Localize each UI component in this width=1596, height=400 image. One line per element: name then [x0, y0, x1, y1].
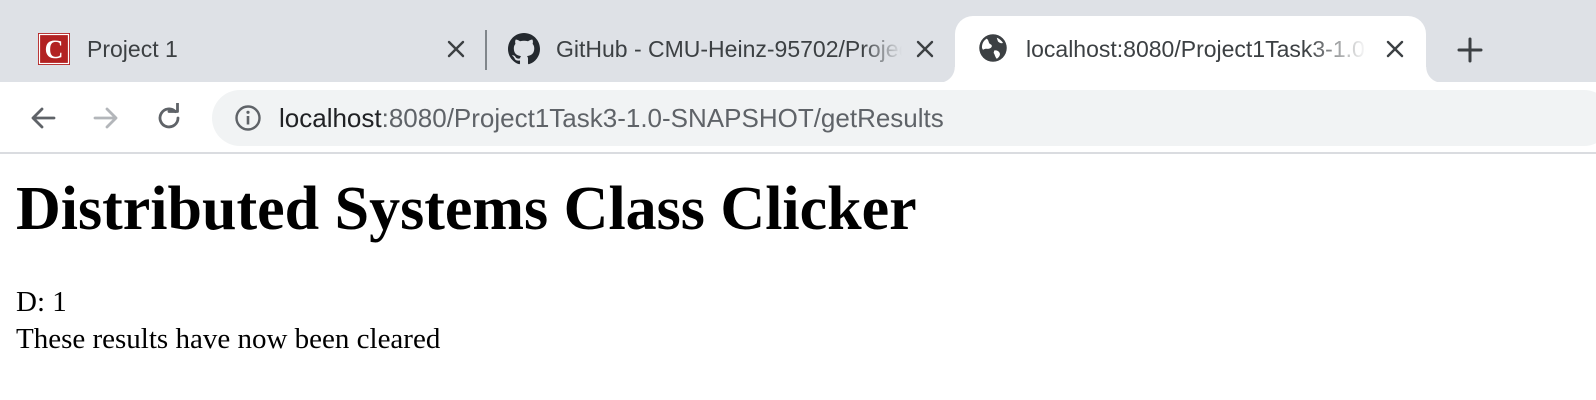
tab-github[interactable]: GitHub - CMU-Heinz-95702/Project [508, 16, 948, 82]
page-heading: Distributed Systems Class Clicker [16, 175, 917, 243]
arrow-right-icon [93, 107, 118, 129]
new-tab-button[interactable] [1450, 30, 1490, 70]
result-line: D: 1 [16, 286, 67, 318]
url-host: localhost [279, 103, 382, 133]
tab-strip: C Project 1 GitHub - CMU-Heinz-95702/Pro… [0, 0, 1596, 83]
reload-icon [158, 103, 180, 129]
url-path: :8080/Project1Task3-1.0-SNAPSHOT/getResu… [381, 103, 944, 133]
github-icon [508, 33, 540, 65]
close-tab-icon[interactable] [440, 33, 472, 65]
address-bar[interactable]: localhost:8080/Project1Task3-1.0-SNAPSHO… [212, 90, 1596, 146]
close-tab-icon[interactable] [1379, 33, 1411, 65]
close-tab-icon[interactable] [909, 33, 941, 65]
plus-icon [1457, 37, 1483, 63]
letter-c-favicon: C [38, 33, 70, 65]
site-info-icon[interactable] [232, 102, 264, 134]
svg-text:C: C [45, 35, 64, 64]
status-message: These results have now been cleared [16, 323, 441, 355]
globe-icon [978, 33, 1010, 65]
tab-project-1[interactable]: C Project 1 [38, 16, 478, 82]
tab-title: GitHub - CMU-Heinz-95702/Project [556, 36, 902, 62]
tab-localhost-active[interactable]: localhost:8080/Project1Task3-1.0-SNAPSHO… [939, 16, 1442, 83]
tab-title: Project 1 [87, 36, 178, 62]
back-button[interactable] [23, 98, 63, 138]
forward-button[interactable] [86, 98, 126, 138]
tab-separator [485, 30, 487, 70]
reload-button[interactable] [149, 98, 189, 138]
url-text[interactable]: localhost:8080/Project1Task3-1.0-SNAPSHO… [279, 103, 944, 134]
browser-toolbar: localhost:8080/Project1Task3-1.0-SNAPSHO… [0, 82, 1596, 154]
arrow-left-icon [31, 107, 56, 129]
